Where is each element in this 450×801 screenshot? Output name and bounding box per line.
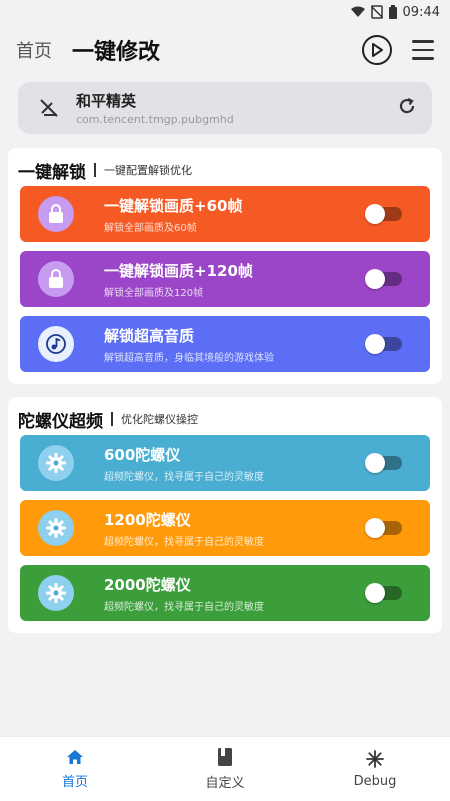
section-subtitle: 优化陀螺仪操控 (121, 413, 198, 426)
home-icon (67, 749, 83, 764)
row-subtitle: 解锁全部画质及60帧 (104, 222, 197, 234)
gyro-section: 陀螺仪超频 优化陀螺仪操控 600陀螺仪 超频陀螺仪，找寻属于自己的灵敏度 12… (8, 397, 442, 633)
play-button[interactable] (362, 35, 392, 65)
app-name: 和平精英 (76, 92, 137, 110)
page-title: 一键修改 (72, 40, 161, 65)
section-subtitle: 一键配置解锁优化 (104, 164, 192, 177)
nav-label: Debug (353, 773, 397, 789)
unlock-section: 一键解锁 一键配置解锁优化 一键解锁画质+60帧 解锁全部画质及60帧 一键解锁… (8, 148, 442, 384)
menu-icon-line (412, 48, 434, 52)
snowflake-icon (366, 749, 384, 768)
nav-home[interactable]: 首页 (0, 737, 150, 801)
music-note-icon (38, 326, 74, 362)
home-label[interactable]: 首页 (16, 37, 52, 63)
top-bar: 首页 一键修改 (0, 24, 450, 76)
hifi-audio-row[interactable]: 解锁超高音质 解锁超高音质，身临其境般的游戏体验 (20, 316, 430, 372)
wifi-icon (350, 6, 365, 18)
row-title: 600陀螺仪 (104, 445, 181, 464)
battery-icon (388, 5, 397, 19)
app-package: com.tencent.tmgp.pubgmhd (76, 113, 234, 126)
row-subtitle: 超频陀螺仪，找寻属于自己的灵敏度 (104, 536, 264, 548)
toggle-switch[interactable] (365, 204, 402, 224)
toggle-switch[interactable] (365, 518, 402, 538)
row-title: 1200陀螺仪 (104, 510, 191, 529)
gyro-2000-row[interactable]: 2000陀螺仪 超频陀螺仪，找寻属于自己的灵敏度 (20, 565, 430, 621)
unlock-120fps-row[interactable]: 一键解锁画质+120帧 解锁全部画质及120帧 (20, 251, 430, 307)
section-title: 陀螺仪超频 (18, 411, 103, 432)
toggle-switch[interactable] (365, 453, 402, 473)
lock-icon (38, 196, 74, 232)
unlock-60fps-row[interactable]: 一键解锁画质+60帧 解锁全部画质及60帧 (20, 186, 430, 242)
row-subtitle: 解锁全部画质及120帧 (104, 287, 204, 299)
bottom-nav: 首页 自定义 Debug (0, 736, 450, 801)
toggle-knob (365, 204, 385, 224)
gear-icon (38, 575, 74, 611)
nav-label: 首页 (61, 774, 88, 790)
row-subtitle: 超频陀螺仪，找寻属于自己的灵敏度 (104, 471, 264, 483)
row-title: 一键解锁画质+120帧 (104, 261, 253, 280)
toggle-knob (365, 453, 385, 473)
nav-custom[interactable]: 自定义 (150, 737, 300, 801)
menu-icon-line (412, 57, 434, 60)
toggle-switch[interactable] (365, 334, 402, 354)
row-subtitle: 解锁超高音质，身临其境般的游戏体验 (104, 352, 274, 364)
toggle-switch[interactable] (365, 583, 402, 603)
nav-label: 自定义 (205, 775, 245, 791)
no-sim-icon (370, 5, 383, 19)
gyro-1200-row[interactable]: 1200陀螺仪 超频陀螺仪，找寻属于自己的灵敏度 (20, 500, 430, 556)
book-icon (218, 747, 232, 766)
gear-icon (38, 510, 74, 546)
toggle-switch[interactable] (365, 269, 402, 289)
toggle-knob (365, 334, 385, 354)
toggle-knob (365, 269, 385, 289)
status-bar: 09:44 (0, 0, 450, 24)
app-selector-card[interactable]: 和平精英 com.tencent.tmgp.pubgmhd (18, 82, 432, 134)
refresh-button[interactable] (398, 96, 416, 120)
play-icon (372, 43, 383, 57)
app-icon (34, 97, 64, 119)
row-title: 2000陀螺仪 (104, 575, 191, 594)
gear-icon (38, 445, 74, 481)
toggle-knob (365, 518, 385, 538)
menu-button[interactable] (412, 40, 434, 60)
row-title: 一键解锁画质+60帧 (104, 196, 243, 215)
divider (94, 163, 96, 177)
gyro-600-row[interactable]: 600陀螺仪 超频陀螺仪，找寻属于自己的灵敏度 (20, 435, 430, 491)
nav-debug[interactable]: Debug (300, 737, 450, 801)
lock-icon (38, 261, 74, 297)
menu-icon-line (412, 40, 434, 43)
row-title: 解锁超高音质 (104, 326, 195, 345)
section-title: 一键解锁 (18, 162, 86, 183)
refresh-icon (399, 98, 415, 114)
status-time: 09:44 (402, 4, 440, 20)
row-subtitle: 超频陀螺仪，找寻属于自己的灵敏度 (104, 601, 264, 613)
divider (111, 412, 113, 426)
toggle-knob (365, 583, 385, 603)
